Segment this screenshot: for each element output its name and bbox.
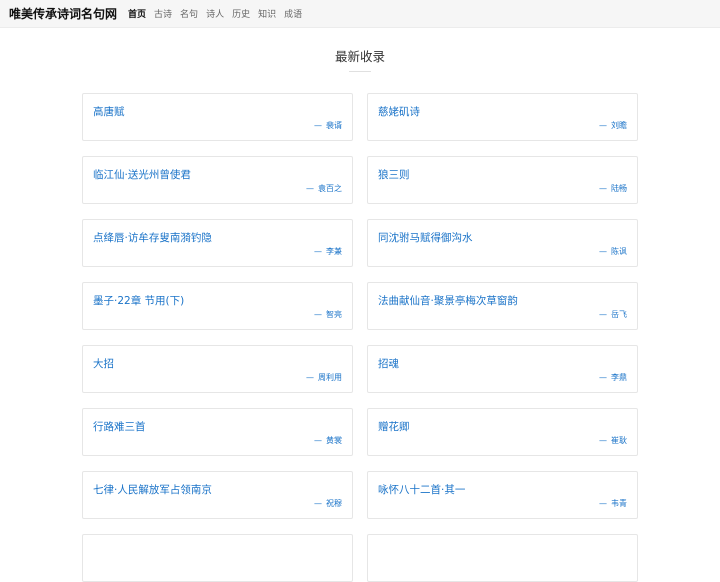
nav-item-poems[interactable]: 古诗: [154, 7, 172, 20]
nav-item-quotes[interactable]: 名句: [180, 7, 198, 20]
poem-title-link[interactable]: 赠花卿: [378, 419, 410, 434]
poem-author[interactable]: — 祝穆: [314, 498, 342, 509]
author-name[interactable]: 李兼: [326, 247, 342, 256]
author-name[interactable]: 陈讽: [611, 247, 627, 256]
poem-card[interactable]: 行路难三首 — 黄裳: [82, 408, 353, 456]
section-title: 最新收录: [334, 49, 385, 64]
author-name[interactable]: 智亮: [326, 310, 342, 319]
poem-card[interactable]: 招魂 — 李鼎: [367, 345, 638, 393]
poem-author[interactable]: — 黄裳: [314, 435, 342, 446]
poem-title-link[interactable]: 慈姥矶诗: [378, 104, 420, 119]
poem-title-link[interactable]: 行路难三首: [93, 419, 146, 434]
author-name[interactable]: 岳飞: [611, 310, 627, 319]
poem-author[interactable]: — 裴谞: [314, 120, 342, 131]
author-name[interactable]: 韦青: [611, 499, 627, 508]
poem-card[interactable]: 咏怀八十二首·其一 — 韦青: [367, 471, 638, 519]
author-name[interactable]: 裴谞: [326, 121, 342, 130]
nav-item-home[interactable]: 首页: [128, 7, 146, 20]
poem-card[interactable]: 临江仙·送光州曾使君 — 袁百之: [82, 156, 353, 204]
author-dash: —: [306, 373, 314, 382]
poem-title-link[interactable]: 狼三则: [378, 167, 410, 182]
title-divider: [349, 71, 371, 72]
poem-author[interactable]: — 李兼: [314, 246, 342, 257]
nav-item-poets[interactable]: 诗人: [206, 7, 224, 20]
poem-card[interactable]: 墨子·22章 节用(下) — 智亮: [82, 282, 353, 330]
poem-title-link[interactable]: 高唐赋: [93, 104, 125, 119]
author-dash: —: [306, 184, 314, 193]
poem-title-link[interactable]: 大招: [93, 356, 114, 371]
author-name[interactable]: 陆畅: [611, 184, 627, 193]
poem-card[interactable]: 七律·人民解放军占领南京 — 祝穆: [82, 471, 353, 519]
poem-author[interactable]: — 陆畅: [599, 183, 627, 194]
poem-author[interactable]: — 袁百之: [306, 183, 342, 194]
poem-author[interactable]: — 李鼎: [599, 372, 627, 383]
author-name[interactable]: 黄裳: [326, 436, 342, 445]
poem-author[interactable]: — 陈讽: [599, 246, 627, 257]
nav-item-history[interactable]: 历史: [232, 7, 250, 20]
nav-item-knowledge[interactable]: 知识: [258, 7, 276, 20]
main-nav: 首页 古诗 名句 诗人 历史 知识 成语: [128, 7, 310, 20]
top-navbar: 唯美传承诗词名句网 首页 古诗 名句 诗人 历史 知识 成语: [0, 0, 720, 28]
author-dash: —: [314, 499, 322, 508]
author-dash: —: [599, 499, 607, 508]
poem-title-link[interactable]: 墨子·22章 节用(下): [93, 293, 184, 308]
poem-title-link[interactable]: 七律·人民解放军占领南京: [93, 482, 212, 497]
poem-author[interactable]: — 刘瞻: [599, 120, 627, 131]
poem-author[interactable]: — 韦青: [599, 498, 627, 509]
author-dash: —: [599, 373, 607, 382]
poem-author[interactable]: — 周利用: [306, 372, 342, 383]
poem-card[interactable]: 同沈驸马赋得御沟水 — 陈讽: [367, 219, 638, 267]
poem-author[interactable]: — 智亮: [314, 309, 342, 320]
poem-title-link[interactable]: 招魂: [378, 356, 399, 371]
poem-title-link[interactable]: 同沈驸马赋得御沟水: [378, 230, 473, 245]
poem-card[interactable]: 大招 — 周利用: [82, 345, 353, 393]
nav-item-idioms[interactable]: 成语: [284, 7, 302, 20]
poem-card[interactable]: 慈姥矶诗 — 刘瞻: [367, 93, 638, 141]
poem-card[interactable]: [82, 534, 353, 582]
poem-title-link[interactable]: 点绛唇·访牟存叟南漪钓隐: [93, 230, 212, 245]
author-name[interactable]: 周利用: [318, 373, 342, 382]
author-dash: —: [599, 121, 607, 130]
author-dash: —: [599, 436, 607, 445]
author-dash: —: [599, 247, 607, 256]
poem-title-link[interactable]: 临江仙·送光州曾使君: [93, 167, 191, 182]
poem-card[interactable]: 点绛唇·访牟存叟南漪钓隐 — 李兼: [82, 219, 353, 267]
poem-author[interactable]: — 岳飞: [599, 309, 627, 320]
poem-card[interactable]: [367, 534, 638, 582]
site-logo-text[interactable]: 唯美传承诗词名句网: [9, 5, 117, 22]
poem-title-link[interactable]: 咏怀八十二首·其一: [378, 482, 465, 497]
author-name[interactable]: 刘瞻: [611, 121, 627, 130]
author-name[interactable]: 李鼎: [611, 373, 627, 382]
poem-card[interactable]: 高唐赋 — 裴谞: [82, 93, 353, 141]
poem-title-link[interactable]: 法曲献仙音·聚景亭梅次草窗韵: [378, 293, 518, 308]
poem-author[interactable]: — 崔耿: [599, 435, 627, 446]
author-name[interactable]: 崔耿: [611, 436, 627, 445]
author-dash: —: [314, 247, 322, 256]
author-dash: —: [599, 310, 607, 319]
author-dash: —: [314, 436, 322, 445]
poem-card[interactable]: 狼三则 — 陆畅: [367, 156, 638, 204]
author-name[interactable]: 祝穆: [326, 499, 342, 508]
author-dash: —: [314, 121, 322, 130]
poem-card[interactable]: 法曲献仙音·聚景亭梅次草窗韵 — 岳飞: [367, 282, 638, 330]
author-name[interactable]: 袁百之: [318, 184, 342, 193]
latest-poems-grid: 高唐赋 — 裴谞 慈姥矶诗 — 刘瞻临江仙·送光州曾使君 — 袁百之 狼三则 — 陆畅点绛唇·访牟存…: [82, 93, 638, 582]
poem-card[interactable]: 赠花卿 — 崔耿: [367, 408, 638, 456]
author-dash: —: [314, 310, 322, 319]
author-dash: —: [599, 184, 607, 193]
